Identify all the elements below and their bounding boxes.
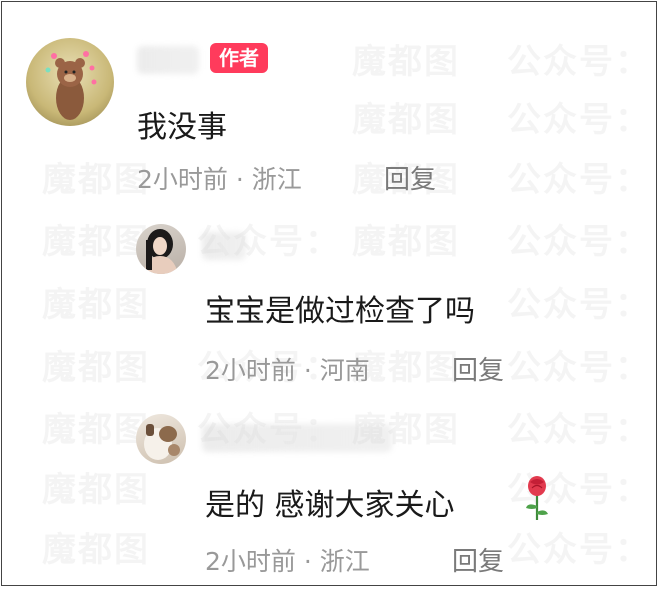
comment-text-body: 是的 感谢大家关心 [205,488,455,523]
meta-separator: · [303,547,312,576]
comment-location: 浙江 [251,165,302,194]
username-blurred[interactable] [202,424,392,452]
comment-thread: 魔都图 公众号： 魔都图 公众号： 魔都图 魔都图 公众号： 魔都图 公众号： … [1,1,657,586]
meta-separator: · [303,356,312,385]
comment-meta: 2小时前 · 浙江 [137,160,302,196]
comment-meta: 2小时前 · 浙江 [205,542,370,578]
comment-text: 我没事 [137,110,227,145]
reply-button[interactable]: 回复 [384,159,436,196]
reply-button[interactable]: 回复 [452,541,504,578]
author-badge: 作者 [210,43,268,73]
comment-text: 是的 感谢大家关心 [205,480,455,524]
reply-comment: 宝宝是做过检查了吗 2小时前 · 河南 回复 [2,202,656,392]
main-comment: 作者 我没事 2小时前 · 浙江 回复 [2,2,656,202]
username-blurred[interactable] [202,232,246,260]
cartoon-bear-avatar-icon[interactable] [26,38,114,126]
username-blurred[interactable] [137,46,199,74]
reply-button[interactable]: 回复 [452,350,504,387]
reply-comment: 是的 感谢大家关心 2小时前 · 浙江 回复 [2,394,656,585]
comment-time: 2小时前 [205,356,296,385]
comment-text: 宝宝是做过检查了吗 [205,294,475,329]
photo-avatar-icon[interactable] [136,414,186,464]
comment-time: 2小时前 [137,165,228,194]
meta-separator: · [235,165,244,194]
girl-photo-avatar-icon[interactable] [136,224,186,274]
comment-meta: 2小时前 · 河南 [205,351,370,387]
rose-icon [522,474,552,522]
comment-location: 河南 [319,356,370,385]
comment-location: 浙江 [319,547,370,576]
comment-time: 2小时前 [205,547,296,576]
